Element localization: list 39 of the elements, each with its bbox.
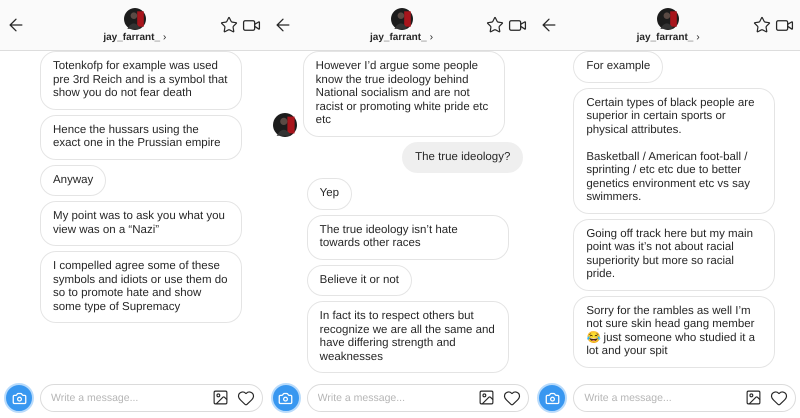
image-icon[interactable] <box>478 389 496 407</box>
received-message: Yep <box>306 178 352 210</box>
username[interactable]: jay_farrant_ <box>103 32 160 42</box>
message-input[interactable]: Write a message... <box>306 384 530 412</box>
received-message: Sorry for the rambles as well I’m not sure skin head gang member 😂 just someone who studied it a lot and your spit <box>573 296 776 368</box>
received-message: Anyway <box>40 164 106 196</box>
camera-icon[interactable] <box>12 390 26 406</box>
received-message: Certain types of black people are superior in certain sports or physical attributes. Basketball / American foot-ball / sprinting / etc etc due to better genetics environment etc vs say swimmers. <box>573 88 776 214</box>
camera-button[interactable] <box>537 383 568 413</box>
received-message: However I’d argue some people know the true ideology behind National socialism and are not racist or promoting white pride etc etc <box>302 51 505 136</box>
received-message: Totenkofp for example was used pre 3rd Reich and is a symbol that show you do not fear death <box>40 51 242 110</box>
camera-icon[interactable] <box>544 390 560 406</box>
chevron-icon: › <box>163 32 166 42</box>
message-input[interactable]: Write a message... <box>40 384 263 412</box>
heart-icon[interactable] <box>236 389 255 407</box>
heart-icon[interactable] <box>503 389 522 407</box>
received-message: Going off track here but my main point was it’s not about racial superiority but more so racial pride. <box>573 218 776 290</box>
image-icon[interactable] <box>212 389 229 407</box>
received-message: In fact its to respect others but recognize we are all the same and have differing strength and weaknesses <box>306 301 509 373</box>
received-message: I compelled agree some of these symbols and idiots or use them do so to promote hate and show some type of Supremacy <box>40 251 242 323</box>
image-icon[interactable] <box>745 389 762 407</box>
star-icon[interactable] <box>753 16 772 34</box>
sent-message: The true ideology? <box>402 142 524 173</box>
received-message: The true ideology isn’t hate towards other races <box>306 214 509 260</box>
chevron-icon: › <box>430 32 434 42</box>
camera-button[interactable] <box>270 383 301 413</box>
message-input[interactable]: Write a message... <box>573 384 796 412</box>
received-message: My point was to ask you what you view was on a “Nazi” <box>40 201 242 246</box>
chevron-icon: › <box>696 32 700 42</box>
star-icon[interactable] <box>220 16 238 34</box>
camera-button[interactable] <box>4 383 34 413</box>
username[interactable]: jay_farrant_ <box>370 32 427 42</box>
received-message: Hence the hussars using the exact one in the Prussian empire <box>40 114 242 160</box>
received-message: For example <box>573 51 664 82</box>
star-icon[interactable] <box>486 16 504 34</box>
camera-icon[interactable] <box>278 390 294 406</box>
username[interactable]: jay_farrant_ <box>636 32 694 42</box>
heart-icon[interactable] <box>770 389 788 407</box>
received-message: Believe it or not <box>306 264 412 296</box>
